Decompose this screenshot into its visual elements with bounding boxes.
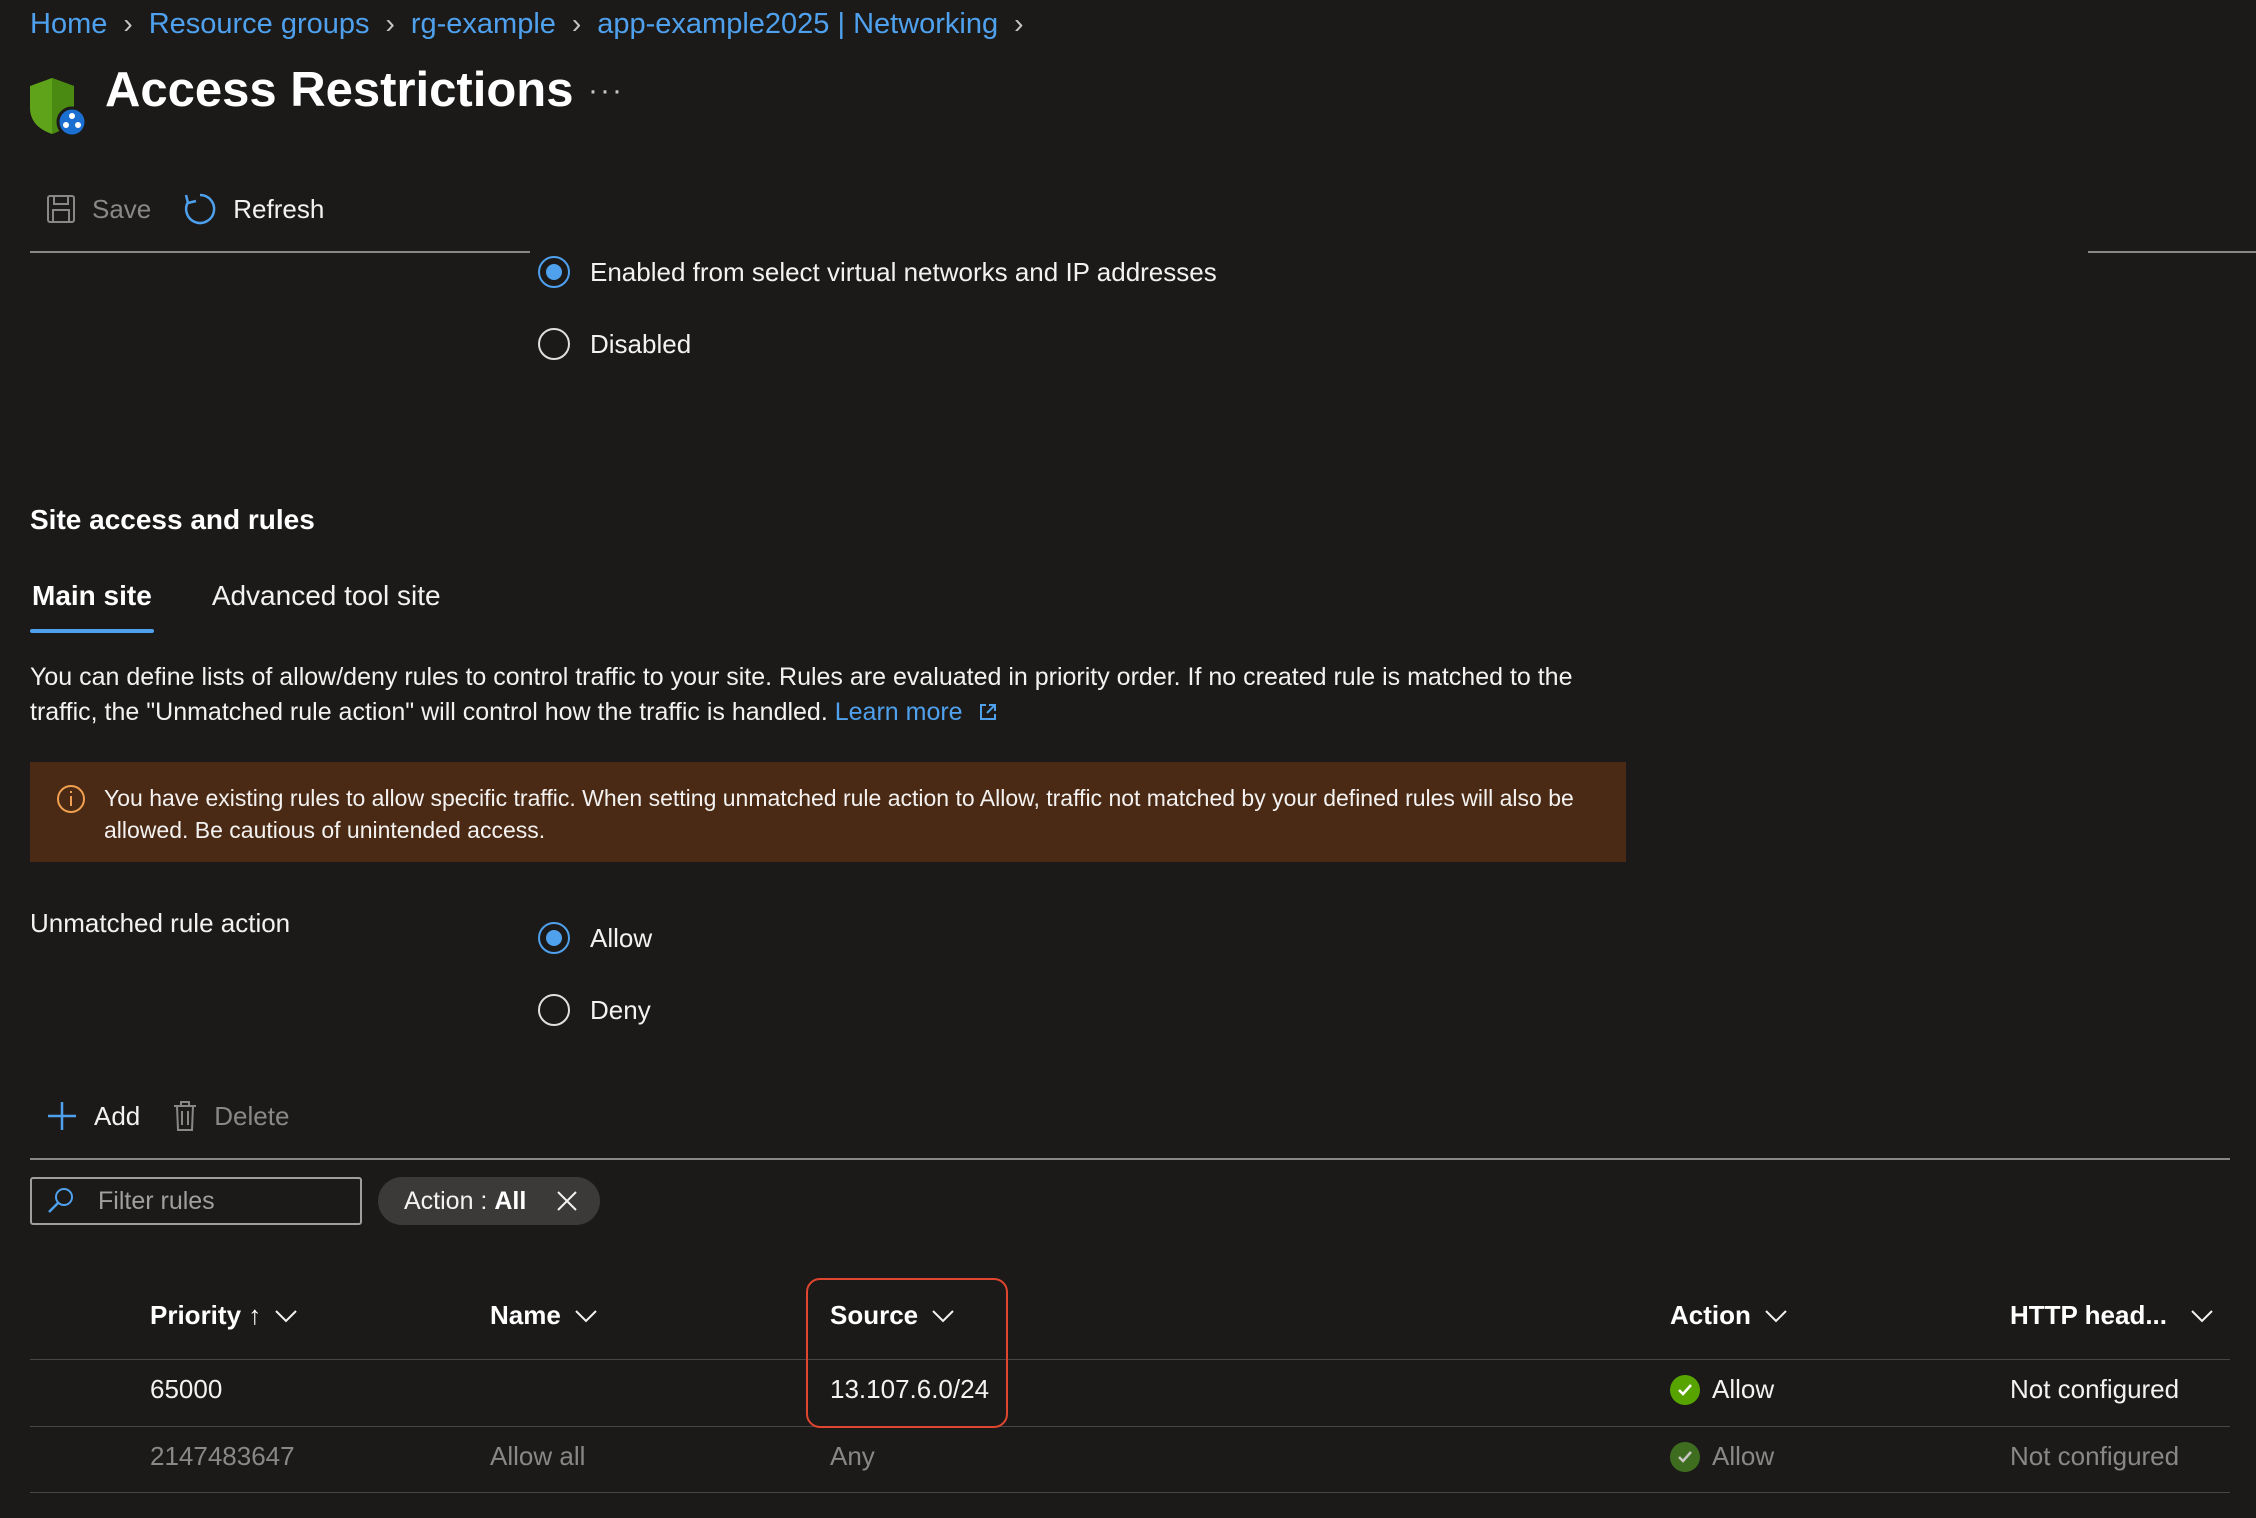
info-icon: [57, 785, 85, 813]
section-title: Site access and rules: [30, 504, 315, 535]
save-label: Save: [92, 193, 152, 224]
check-circle-icon: [1670, 1441, 1700, 1472]
column-label: Name: [490, 1300, 561, 1330]
tab-advanced-tool-site[interactable]: Advanced tool site: [210, 580, 443, 612]
column-header-action[interactable]: Action: [1670, 1300, 1789, 1331]
breadcrumb-home[interactable]: Home: [30, 8, 107, 41]
chevron-right-icon: ›: [1014, 8, 1024, 39]
radio-disabled[interactable]: Disabled: [538, 328, 691, 360]
warning-banner: You have existing rules to allow specifi…: [30, 762, 1626, 862]
column-label: HTTP head...: [2010, 1300, 2167, 1330]
add-rule-button[interactable]: Add: [46, 1100, 140, 1132]
learn-more-link[interactable]: Learn more: [835, 698, 998, 726]
column-label: Action: [1670, 1300, 1751, 1330]
radio-label: Deny: [590, 994, 651, 1025]
breadcrumb-app-networking[interactable]: app-example2025 | Networking: [597, 8, 998, 41]
breadcrumb-rg[interactable]: rg-example: [411, 8, 556, 41]
radio-label: Allow: [590, 922, 653, 953]
command-bar: Save Refresh: [46, 192, 356, 226]
pill-value: All: [494, 1186, 527, 1215]
refresh-icon: [185, 193, 216, 225]
external-link-icon: [979, 704, 996, 720]
cell-priority: 2147483647: [150, 1441, 295, 1471]
radio-unmatched-deny[interactable]: Deny: [538, 994, 651, 1026]
save-button[interactable]: Save: [46, 194, 151, 225]
action-filter-pill[interactable]: Action : All: [378, 1177, 601, 1225]
unmatched-label: Unmatched rule action: [30, 908, 291, 938]
warning-text: You have existing rules to allow specifi…: [104, 785, 1574, 843]
cell-http-headers: Not configured: [2010, 1441, 2180, 1471]
check-circle-icon: [1670, 1374, 1700, 1405]
action-label: Allow: [1712, 1374, 1775, 1404]
refresh-button[interactable]: Refresh: [183, 192, 324, 226]
radio-circle: [538, 994, 570, 1026]
refresh-label: Refresh: [233, 193, 325, 224]
add-label: Add: [94, 1100, 141, 1131]
radio-circle: [538, 922, 570, 954]
cell-http-headers: Not configured: [2010, 1374, 2180, 1404]
chevron-down-icon: [2191, 1309, 2213, 1322]
cell-priority: 65000: [150, 1374, 223, 1404]
column-header-name[interactable]: Name: [490, 1300, 599, 1331]
column-header-priority[interactable]: Priority ↑: [150, 1300, 299, 1331]
row-divider: [30, 1426, 2230, 1427]
close-icon[interactable]: [556, 1190, 578, 1212]
chevron-down-icon: [275, 1309, 297, 1322]
delete-label: Delete: [214, 1100, 290, 1131]
chevron-right-icon: ›: [385, 8, 395, 39]
pill-key: Action :: [404, 1186, 495, 1215]
filter-rules-input[interactable]: Filter rules: [30, 1177, 362, 1225]
search-icon: [48, 1188, 73, 1213]
more-options-button[interactable]: ···: [588, 74, 624, 108]
shield-network-icon: [30, 78, 88, 138]
save-icon: [47, 195, 75, 223]
chevron-down-icon: [575, 1309, 597, 1322]
rule-actions: Add Delete: [46, 1100, 321, 1132]
radio-label: Enabled from select virtual networks and…: [590, 256, 1217, 287]
radio-enabled-select[interactable]: Enabled from select virtual networks and…: [538, 256, 1217, 288]
chevron-down-icon: [1765, 1309, 1787, 1322]
trash-icon: [174, 1101, 197, 1131]
row-divider: [30, 1359, 2230, 1360]
cell-source: Any: [830, 1441, 875, 1471]
description-text: You can define lists of allow/deny rules…: [30, 663, 1573, 726]
cell-action: Allow: [1670, 1441, 1774, 1472]
delete-rule-button[interactable]: Delete: [172, 1100, 289, 1132]
rules-description: You can define lists of allow/deny rules…: [30, 660, 1630, 730]
toolbar-divider: [2088, 251, 2256, 253]
filter-placeholder: Filter rules: [98, 1186, 215, 1215]
toolbar-divider: [30, 251, 530, 253]
chevron-right-icon: ›: [123, 8, 133, 39]
action-label: Allow: [1712, 1441, 1775, 1471]
plus-icon: [48, 1102, 76, 1130]
column-label: Priority ↑: [150, 1300, 262, 1330]
site-tabs: Main site Advanced tool site: [30, 580, 499, 633]
row-divider: [30, 1492, 2230, 1493]
page-title: Access Restrictions: [105, 63, 574, 117]
breadcrumb: Home › Resource groups › rg-example › ap…: [30, 4, 1039, 44]
cell-action: Allow: [1670, 1374, 1774, 1405]
column-header-http-headers[interactable]: HTTP head...: [2010, 1300, 2215, 1331]
radio-circle: [538, 256, 570, 288]
breadcrumb-resource-groups[interactable]: Resource groups: [149, 8, 370, 41]
source-column-highlight: [806, 1278, 1008, 1428]
rules-divider: [30, 1158, 2230, 1160]
radio-circle: [538, 328, 570, 360]
chevron-right-icon: ›: [571, 8, 582, 39]
radio-label: Disabled: [590, 328, 692, 359]
radio-unmatched-allow[interactable]: Allow: [538, 922, 652, 954]
tab-main-site[interactable]: Main site: [30, 580, 154, 633]
cell-name: Allow all: [490, 1441, 586, 1471]
